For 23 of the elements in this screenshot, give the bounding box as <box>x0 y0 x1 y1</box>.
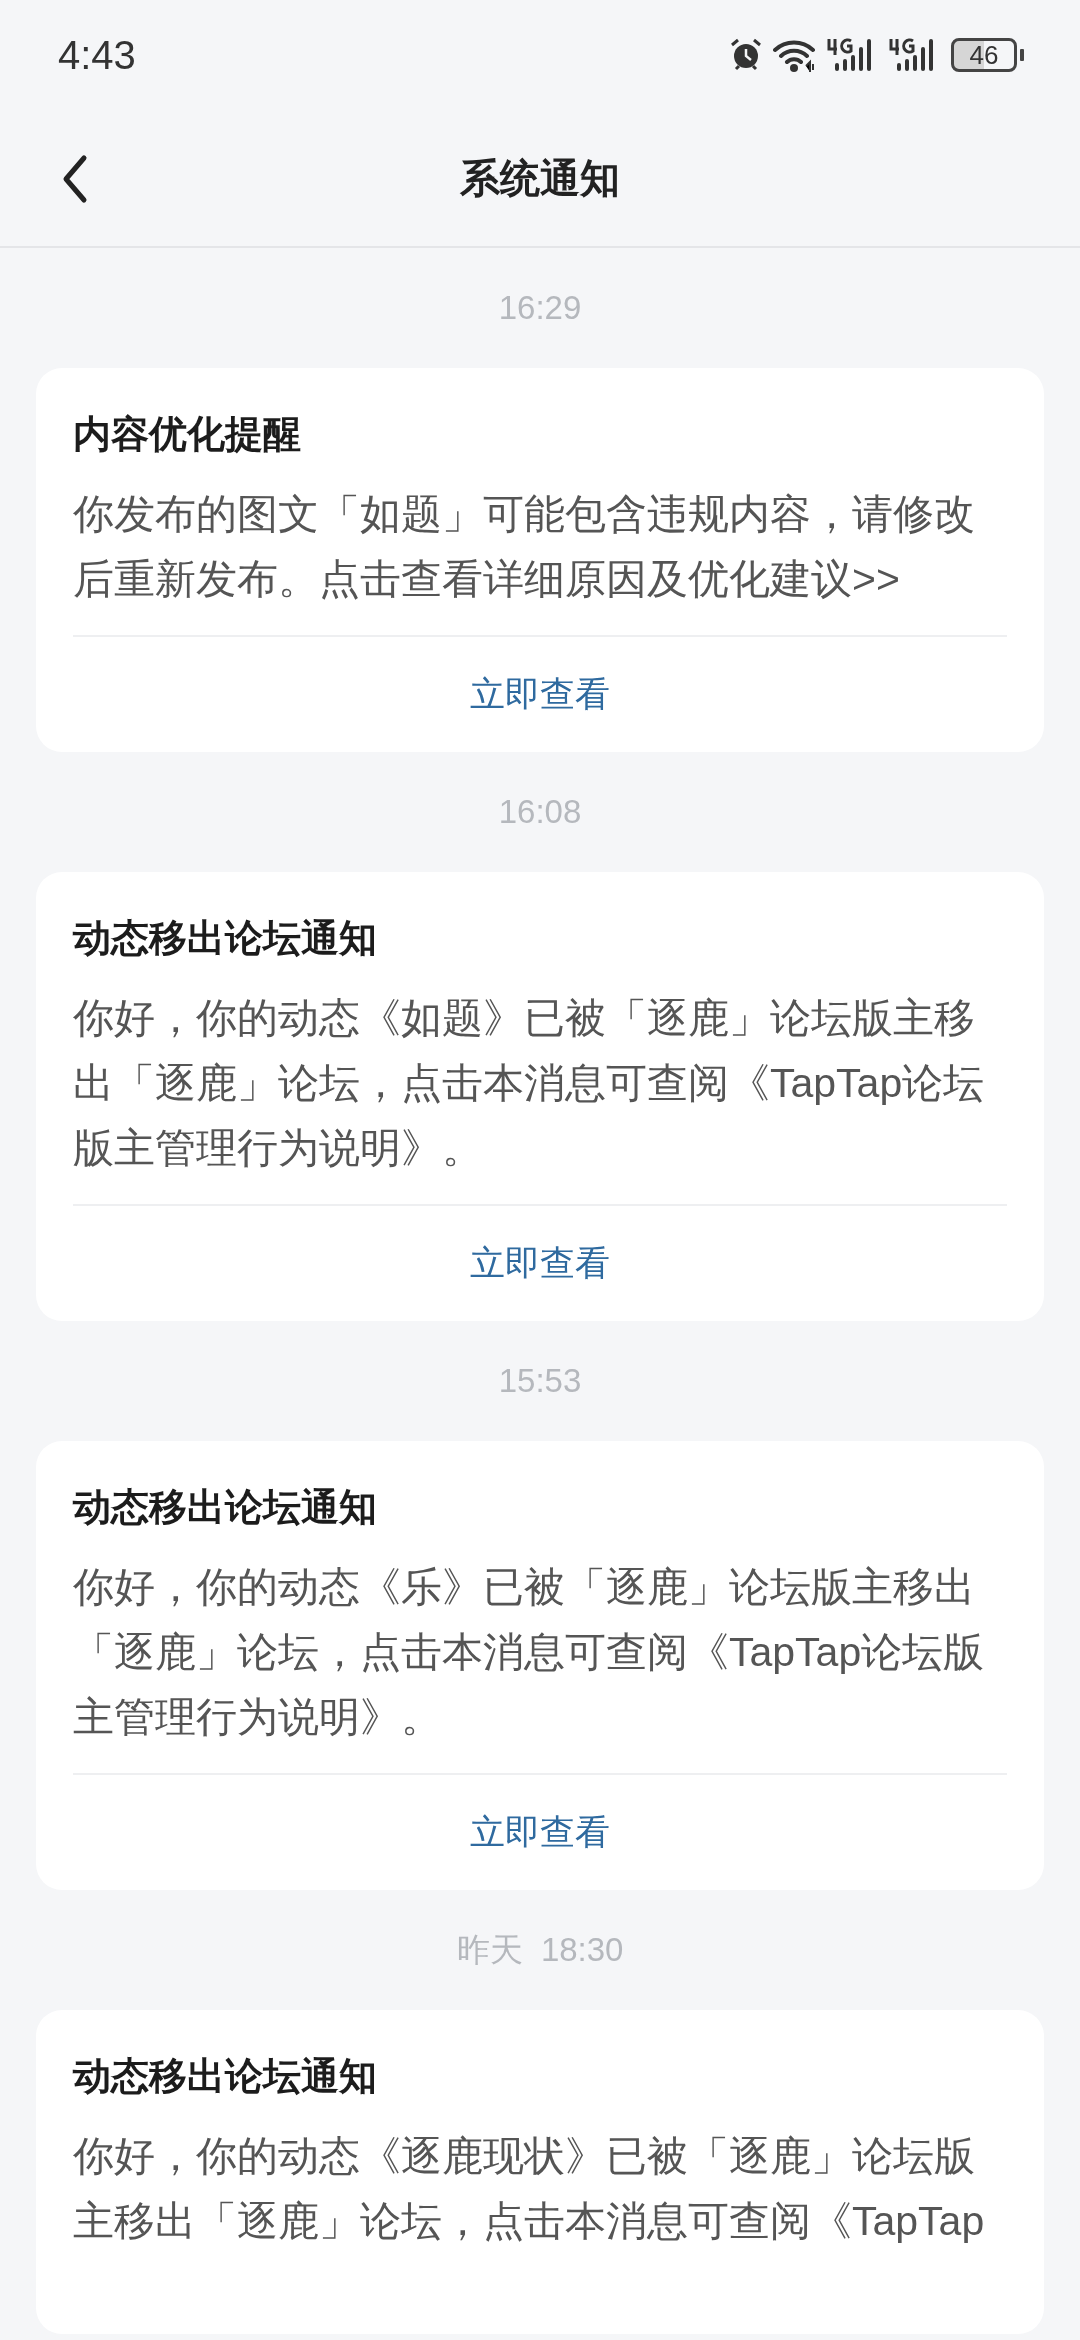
view-now-button[interactable]: 立即查看 <box>73 1775 1007 1890</box>
notification-title: 动态移出论坛通知 <box>73 1485 378 1530</box>
notification-text: 你好，你的动态《乐》已被「逐鹿」论坛版主移出「逐鹿」论坛，点击本消息可查阅《TapTap论坛版主管理行为说明》。 <box>73 1563 986 1742</box>
notification-card[interactable]: 动态移出论坛通知 你好，你的动态《逐鹿现状》已被「逐鹿」论坛版主移出「逐鹿」论坛，点击本消息可查阅《TapTap <box>36 2010 1044 2334</box>
notification-card[interactable]: 动态移出论坛通知 你好，你的动态《如题》已被「逐鹿」论坛版主移出「逐鹿」论坛，点击本消息可查阅《TapTap论坛版主管理行为说明》。 立即查看 <box>36 872 1044 1321</box>
timestamp: 昨天 18:30 <box>455 1930 625 1970</box>
notification-text: 你好，你的动态《如题》已被「逐鹿」论坛版主移出「逐鹿」论坛，点击本消息可查阅《TapTap论坛版主管理行为说明》。 <box>73 994 986 1173</box>
notification-text: 你发布的图文「如题」可能包含违规内容，请修改后重新发布。点击查看详细原因及优化建议>> <box>73 490 976 604</box>
notification-text: 你好，你的动态《逐鹿现状》已被「逐鹿」论坛版主移出「逐鹿」论坛，点击本消息可查阅《TapTap <box>73 2132 986 2246</box>
timestamp: 16:29 <box>497 288 583 328</box>
notification-title: 内容优化提醒 <box>73 412 302 457</box>
status-time: 4:43 <box>58 32 136 78</box>
page-title: 系统通知 <box>460 154 620 202</box>
timestamp: 16:08 <box>497 792 583 832</box>
view-now-button[interactable]: 立即查看 <box>73 637 1007 752</box>
wifi-icon <box>773 38 817 72</box>
notification-card[interactable]: 动态移出论坛通知 你好，你的动态《乐》已被「逐鹿」论坛版主移出「逐鹿」论坛，点击本消息可查阅《TapTap论坛版主管理行为说明》。 立即查看 <box>36 1441 1044 1890</box>
notification-card[interactable]: 内容优化提醒 你发布的图文「如题」可能包含违规内容，请修改后重新发布。点击查看详细原因及优化建议>> 立即查看 <box>36 368 1044 752</box>
notification-title: 动态移出论坛通知 <box>73 916 378 961</box>
alarm-icon <box>729 38 763 72</box>
timestamp: 15:53 <box>497 1361 583 1401</box>
notification-title: 动态移出论坛通知 <box>73 2054 378 2099</box>
view-now-button[interactable]: 立即查看 <box>73 1206 1007 1321</box>
